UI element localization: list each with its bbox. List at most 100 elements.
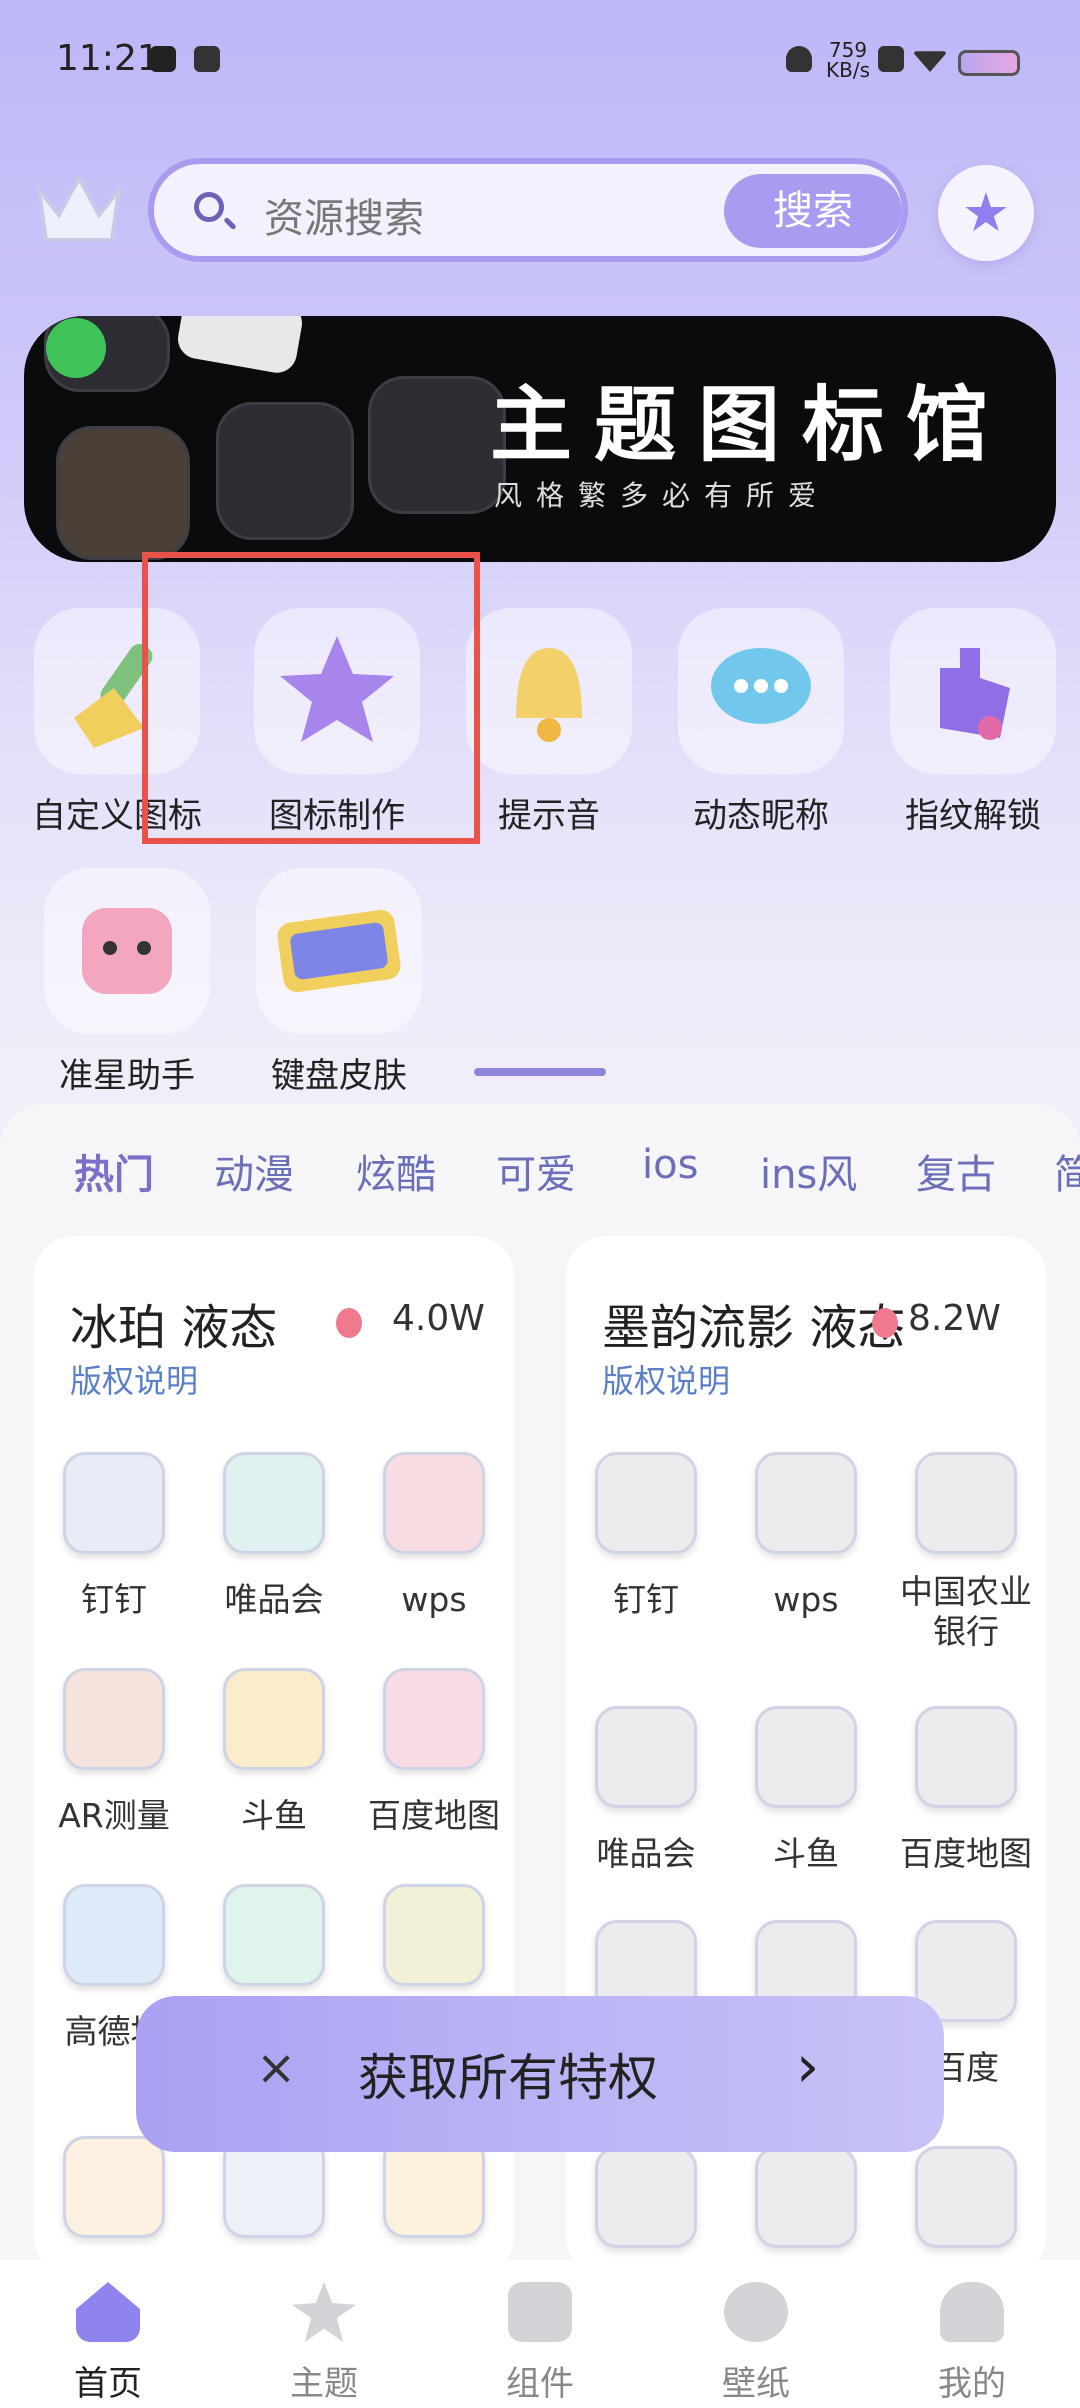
quick-item-dynamic-nickname[interactable]: 动态昵称 xyxy=(676,608,846,837)
nav-wallpaper[interactable]: 壁纸 xyxy=(686,2282,826,2405)
quick-item-keyboard-skin[interactable]: 键盘皮肤 xyxy=(254,868,424,1097)
dingtalk-icon xyxy=(63,1452,165,1554)
app-icon-item: AR测量 xyxy=(34,1668,194,1836)
banner-title: 主题图标馆 xyxy=(490,378,1011,473)
nav-theme[interactable]: 主题 xyxy=(254,2282,394,2405)
quick-item-label: 准星助手 xyxy=(59,1056,195,1096)
quick-item-label: 动态昵称 xyxy=(693,796,829,836)
mute-icon xyxy=(786,46,812,72)
nav-profile[interactable]: 我的 xyxy=(902,2282,1042,2405)
app-icon-item: 百度地图 xyxy=(886,1706,1046,1874)
wifi-icon xyxy=(912,51,948,72)
app-icon-item xyxy=(194,1884,354,2012)
abc-bank-icon xyxy=(915,1452,1017,1554)
wps-icon xyxy=(368,376,506,514)
flame-icon xyxy=(872,1308,898,1338)
hand-icon xyxy=(890,608,1056,774)
tab-ins[interactable]: ins风 xyxy=(760,1142,857,1200)
app-notification-icon xyxy=(150,46,176,72)
app-icon-item: 唯品会 xyxy=(566,1706,726,1874)
app-icon-item: 百度地图 xyxy=(354,1668,514,1836)
tab-cute[interactable]: 可爱 xyxy=(496,1142,576,1200)
copyright-link[interactable]: 版权说明 xyxy=(70,1356,198,1402)
close-square-icon xyxy=(878,46,904,72)
star-icon: ★ xyxy=(961,181,1011,244)
copyright-link[interactable]: 版权说明 xyxy=(602,1356,730,1402)
app-icon-item: wps xyxy=(726,1452,886,1620)
close-icon[interactable]: × xyxy=(256,2040,296,2096)
quick-item-crosshair-assistant[interactable]: 准星助手 xyxy=(42,868,212,1097)
app-icon-item xyxy=(886,2146,1046,2248)
net-speed: 759 xyxy=(828,38,868,62)
search-icon xyxy=(194,192,224,222)
app-icon-item xyxy=(566,2146,726,2248)
nav-home[interactable]: 首页 xyxy=(38,2282,178,2405)
tab-anime[interactable]: 动漫 xyxy=(214,1142,294,1200)
app-icon-item: 钉钉 xyxy=(566,1452,726,1620)
app-icon-item: 唯品会 xyxy=(194,1452,354,1620)
banner[interactable]: 主题图标馆 风格繁多必有所爱 xyxy=(24,316,1056,562)
quick-item-ringtone[interactable]: 提示音 xyxy=(464,608,634,837)
baidu-map-icon xyxy=(383,1668,485,1770)
keyboard-icon xyxy=(256,868,422,1034)
privilege-banner[interactable]: × 获取所有特权 › xyxy=(136,1996,944,2152)
tab-retro[interactable]: 复古 xyxy=(916,1142,996,1200)
amap-icon xyxy=(63,1884,165,1986)
app-icon-item xyxy=(354,1884,514,2012)
chat-bubble-icon xyxy=(678,608,844,774)
star-icon xyxy=(292,2282,356,2342)
page-indicator[interactable] xyxy=(474,1068,606,1076)
message-notification-icon xyxy=(194,46,220,72)
dingtalk-icon xyxy=(595,1452,697,1554)
search-button[interactable]: 搜索 xyxy=(724,174,902,248)
bell-icon xyxy=(466,608,632,774)
tab-hot[interactable]: 热门 xyxy=(74,1142,154,1200)
net-unit: KB/s xyxy=(826,58,870,82)
green-dot-icon xyxy=(46,318,106,378)
status-bar: 11:21 759 KB/s xyxy=(0,0,1080,130)
home-icon xyxy=(76,2282,140,2342)
banner-decor-icon xyxy=(174,316,306,376)
quick-item-label: 指纹解锁 xyxy=(905,796,1041,836)
b612-icon xyxy=(383,1884,485,1986)
favorite-button[interactable]: ★ xyxy=(938,165,1034,261)
search-input[interactable]: 资源搜索 xyxy=(264,186,424,244)
nav-widgets[interactable]: 组件 xyxy=(470,2282,610,2405)
baidu-map-icon xyxy=(915,1706,1017,1808)
card-heat: 8.2W xyxy=(908,1298,1001,1339)
app-icon-item: wps xyxy=(354,1452,514,1620)
wps-icon xyxy=(383,1452,485,1554)
tab-ios[interactable]: ios xyxy=(642,1142,698,1188)
bottom-nav: 首页 主题 组件 壁纸 我的 xyxy=(0,2260,1080,2408)
crown-icon[interactable] xyxy=(34,170,124,250)
douyu-icon xyxy=(755,1706,857,1808)
phone-icon xyxy=(56,426,190,560)
quick-item-fingerprint-unlock[interactable]: 指纹解锁 xyxy=(888,608,1058,837)
app-icon xyxy=(63,2136,165,2238)
app-icon-item: 钉钉 xyxy=(34,1452,194,1620)
status-time: 11:21 xyxy=(56,38,160,79)
app-icon-item: 斗鱼 xyxy=(726,1706,886,1874)
card-title: 冰珀 液态 xyxy=(70,1300,278,1356)
app-icon-item: 中国农业银行 xyxy=(886,1452,1046,1652)
robot-icon xyxy=(44,868,210,1034)
chevron-right-icon[interactable]: › xyxy=(796,2032,819,2100)
battery-icon xyxy=(958,50,1020,76)
bank-icon xyxy=(595,2146,697,2248)
tab-cool[interactable]: 炫酷 xyxy=(356,1142,436,1200)
widgets-icon xyxy=(508,2282,572,2342)
quick-item-label: 提示音 xyxy=(498,796,600,836)
bank-icon xyxy=(223,1884,325,1986)
palette-icon xyxy=(724,2282,788,2342)
search-bar[interactable]: 资源搜索 搜索 xyxy=(148,158,908,262)
app-icon-item: 斗鱼 xyxy=(194,1668,354,1836)
b612-icon xyxy=(755,2146,857,2248)
wps-icon xyxy=(755,1452,857,1554)
tab-simple[interactable]: 简 xyxy=(1054,1142,1080,1200)
vipshop-icon xyxy=(223,1452,325,1554)
bank-icon xyxy=(915,2146,1017,2248)
privilege-text: 获取所有特权 xyxy=(358,2049,658,2107)
douyu-icon xyxy=(223,1668,325,1770)
card-title: 墨韵流影 液态 xyxy=(602,1300,906,1356)
quick-item-label: 键盘皮肤 xyxy=(271,1056,407,1096)
